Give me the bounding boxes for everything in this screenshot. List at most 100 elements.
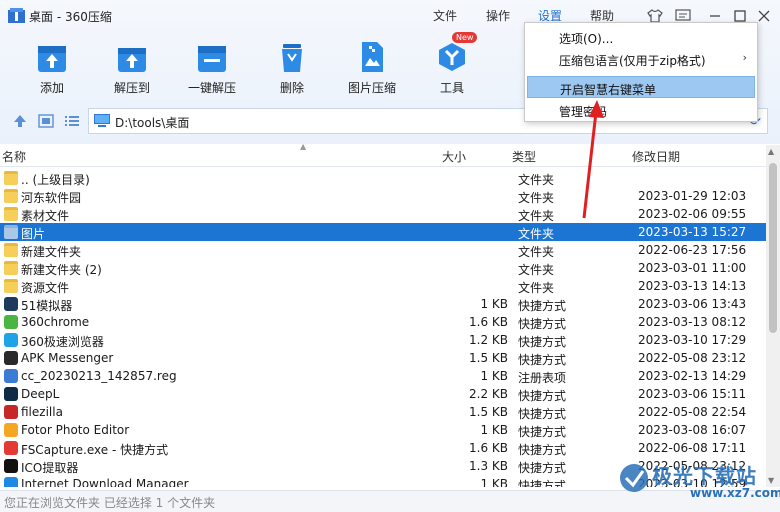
file-name: 图片: [21, 227, 46, 241]
file-date: 2023-03-13 08:12: [638, 315, 747, 329]
menu-options-label: 选项(O)...: [559, 32, 614, 46]
trash-icon: [282, 44, 302, 72]
file-size: 2.2 KB: [469, 387, 508, 401]
vertical-scrollbar[interactable]: ▲ ▼: [766, 145, 780, 487]
settings-dropdown-menu: 选项(O)... 压缩包语言(仅用于zip格式) › 开启智慧右键菜单 管理密码: [524, 22, 758, 122]
file-row[interactable]: 图片 文件夹 2023-03-13 15:27: [0, 223, 766, 241]
file-name: 新建文件夹: [21, 245, 82, 259]
file-type: 文件夹: [518, 263, 555, 277]
idm-icon: [4, 477, 18, 487]
file-row[interactable]: 资源文件 文件夹 2023-03-13 14:13: [0, 277, 766, 295]
file-size: 1 KB: [480, 297, 508, 311]
menu-smart-context-menu-label: 开启智慧右键菜单: [560, 83, 657, 97]
file-row[interactable]: 360极速浏览器 1.2 KB 快捷方式 2023-03-10 17:29: [0, 331, 766, 349]
file-type: 文件夹: [518, 209, 555, 223]
file-size: 1.5 KB: [469, 405, 508, 419]
file-size: 1.2 KB: [469, 333, 508, 347]
file-name: 新建文件夹 (2): [21, 263, 102, 277]
file-row[interactable]: 河东软件园 文件夹 2023-01-29 12:03: [0, 187, 766, 205]
file-name: 360chrome: [21, 315, 90, 329]
scroll-up-icon[interactable]: ▲: [768, 147, 774, 156]
one-click-extract-button[interactable]: 一键解压: [172, 40, 252, 98]
extract-to-label: 解压到: [113, 81, 150, 95]
up-arrow-icon[interactable]: [12, 113, 28, 129]
add-button[interactable]: 添加: [12, 40, 92, 98]
file-type: 快捷方式: [518, 353, 567, 367]
file-type: 快捷方式: [518, 443, 567, 457]
file-name: ICO提取器: [21, 461, 79, 475]
emulator-icon: [4, 297, 18, 311]
file-name: FSCapture.exe - 快捷方式: [21, 443, 169, 457]
tools-icon: [439, 43, 465, 71]
menu-manage-password[interactable]: 管理密码: [527, 99, 755, 121]
file-date: 2023-03-13 14:13: [638, 279, 747, 293]
col-type[interactable]: 类型: [512, 148, 536, 165]
menu-archive-language[interactable]: 压缩包语言(仅用于zip格式) ›: [527, 48, 755, 70]
file-date: 2022-06-08 17:11: [638, 441, 747, 455]
file-name: 素材文件: [21, 209, 70, 223]
file-type: 文件夹: [518, 191, 555, 205]
fotor-icon: [4, 423, 18, 437]
file-date: 2023-03-01 11:00: [638, 261, 747, 275]
file-type: 文件夹: [518, 227, 555, 241]
new-badge: New: [452, 32, 478, 43]
app-logo-icon: [8, 8, 25, 23]
folder-icon: [4, 243, 18, 257]
file-date: 2023-01-29 12:03: [638, 189, 747, 203]
menu-file[interactable]: 文件: [433, 7, 457, 24]
file-name: 360极速浏览器: [21, 335, 104, 349]
menu-action[interactable]: 操作: [486, 7, 510, 24]
status-text: 您正在浏览文件夹 已经选择 1 个文件夹: [4, 496, 216, 510]
file-date: 2023-03-10 17:29: [638, 333, 747, 347]
scroll-thumb[interactable]: [769, 163, 777, 333]
col-name[interactable]: 名称: [2, 148, 26, 165]
browser-icon: [4, 333, 18, 347]
add-button-label: 添加: [39, 81, 64, 95]
file-name: 51模拟器: [21, 299, 73, 313]
file-row[interactable]: 素材文件 文件夹 2023-02-06 09:55: [0, 205, 766, 223]
folder-icon: [4, 207, 18, 221]
menu-options[interactable]: 选项(O)...: [527, 26, 755, 48]
file-type: 快捷方式: [518, 335, 567, 349]
file-date: 2023-03-08 16:07: [638, 423, 747, 437]
image-compress-button[interactable]: 图片压缩: [332, 40, 412, 98]
file-row[interactable]: cc_20230213_142857.reg 1 KB 注册表项 2023-02-13…: [0, 367, 766, 385]
one-click-extract-icon: [198, 46, 226, 72]
file-size: 1 KB: [480, 477, 508, 487]
tools-button[interactable]: 工具: [412, 40, 492, 98]
fscapture-icon: [4, 441, 18, 455]
file-row[interactable]: Fotor Photo Editor 1 KB 快捷方式 2023-03-08 16:…: [0, 421, 766, 439]
file-name: DeepL: [21, 387, 60, 401]
file-size: 1.5 KB: [469, 351, 508, 365]
file-row[interactable]: 360chrome 1.6 KB 快捷方式 2023-03-13 08:12: [0, 313, 766, 331]
list-view-icon[interactable]: [64, 113, 80, 129]
file-size: 1.3 KB: [469, 459, 508, 473]
delete-button[interactable]: 删除: [252, 40, 332, 98]
file-row[interactable]: APK Messenger 1.5 KB 快捷方式 2022-05-08 23:12: [0, 349, 766, 367]
file-row[interactable]: 新建文件夹 文件夹 2022-06-23 17:56: [0, 241, 766, 259]
file-row[interactable]: filezilla 1.5 KB 快捷方式 2022-05-08 22:54: [0, 403, 766, 421]
add-box-icon: [38, 46, 66, 72]
file-name: 河东软件园: [21, 191, 82, 205]
col-date[interactable]: 修改日期: [632, 148, 680, 165]
file-name: .. (上级目录): [21, 173, 90, 187]
file-list: .. (上级目录) 文件夹 河东软件园 文件夹 2023-01-29 12:03 素材文件…: [0, 169, 766, 487]
folder-icon: [4, 279, 18, 293]
col-size[interactable]: 大小: [442, 148, 466, 165]
file-name: filezilla: [21, 405, 63, 419]
file-type: 文件夹: [518, 245, 555, 259]
file-row[interactable]: 新建文件夹 (2) 文件夹 2023-03-01 11:00: [0, 259, 766, 277]
extract-to-icon: [118, 48, 146, 72]
registry-file-icon: [4, 369, 18, 383]
menu-smart-context-menu[interactable]: 开启智慧右键菜单: [527, 76, 755, 98]
thumbnail-view-icon[interactable]: [38, 113, 54, 129]
file-date: 2023-02-13 14:29: [638, 369, 747, 383]
file-date: 2023-03-13 15:27: [638, 225, 747, 239]
extract-to-button[interactable]: 解压到: [92, 40, 172, 98]
menu-manage-password-label: 管理密码: [559, 105, 608, 119]
file-name: APK Messenger: [21, 351, 114, 365]
file-row[interactable]: 51模拟器 1 KB 快捷方式 2023-03-06 13:43: [0, 295, 766, 313]
file-row[interactable]: .. (上级目录) 文件夹: [0, 169, 766, 187]
file-row[interactable]: DeepL 2.2 KB 快捷方式 2023-03-06 15:11: [0, 385, 766, 403]
file-date: 2023-02-06 09:55: [638, 207, 747, 221]
